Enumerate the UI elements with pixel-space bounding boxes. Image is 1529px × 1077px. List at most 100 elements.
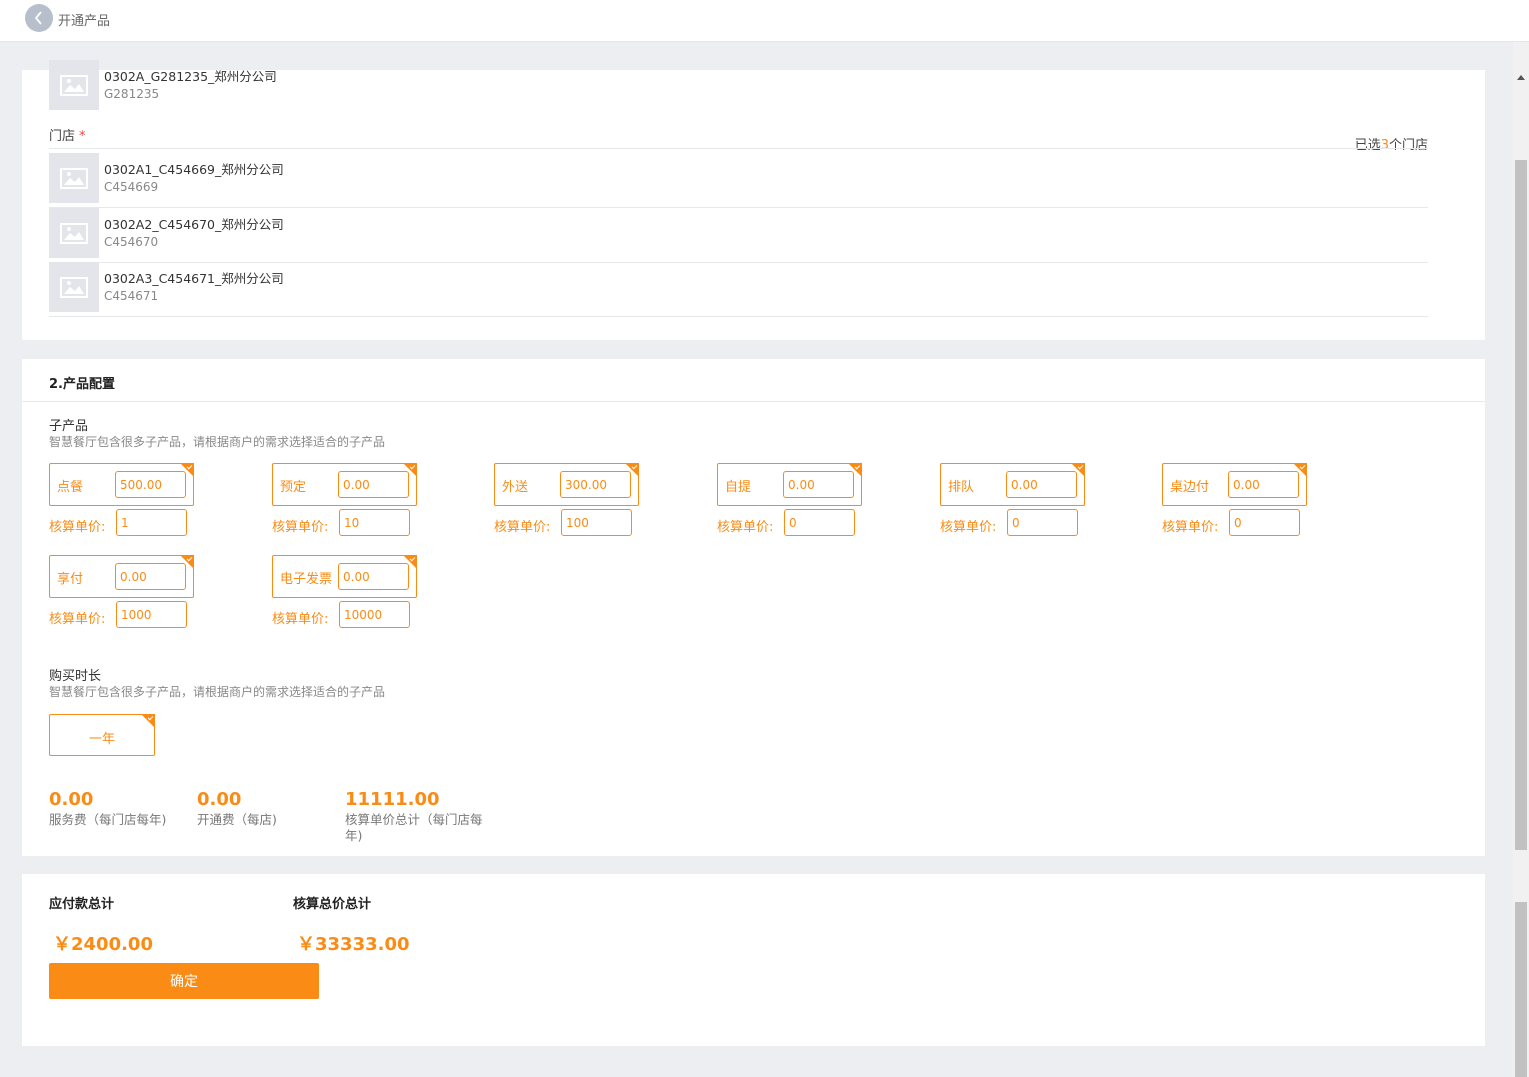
store-row[interactable]: 0302A3_C454671_郑州分公司 C454671 xyxy=(49,262,1428,317)
confirm-button[interactable]: 确定 xyxy=(49,963,319,999)
sub-product-item: 享付 核算单价: xyxy=(49,555,194,635)
store-row[interactable]: 0302A1_C454669_郑州分公司 C454669 xyxy=(49,153,1428,208)
image-placeholder-icon xyxy=(60,168,88,189)
back-button[interactable] xyxy=(25,4,53,32)
sub-product-amount-input[interactable] xyxy=(115,471,186,498)
unit-price-total-value: 11111.00 xyxy=(345,789,440,810)
merchant-code: G281235 xyxy=(104,87,160,101)
accounting-total-value: ￥33333.00 xyxy=(297,934,410,955)
unit-price-input[interactable] xyxy=(784,509,855,536)
unit-price-label: 核算单价: xyxy=(272,612,329,627)
sub-product-amount-input[interactable] xyxy=(783,471,854,498)
stores-label: 门店 * xyxy=(49,125,86,144)
sub-product-amount-input[interactable] xyxy=(115,563,186,590)
activation-fee-value: 0.00 xyxy=(197,789,242,810)
unit-price-label: 核算单价: xyxy=(272,520,329,535)
sub-product-toggle[interactable]: 外送 xyxy=(494,463,639,506)
unit-price-input[interactable] xyxy=(339,509,410,536)
sub-product-name: 外送 xyxy=(502,480,529,495)
store-thumbnail xyxy=(49,153,99,203)
product-config-card: 2.产品配置 子产品 智慧餐厅包含很多子产品，请根据商户的需求选择适合的子产品 … xyxy=(22,359,1485,856)
sub-product-amount-input[interactable] xyxy=(338,471,409,498)
sub-product-amount-input[interactable] xyxy=(1228,471,1299,498)
sub-products-label: 子产品 xyxy=(49,419,89,434)
service-fee-value: 0.00 xyxy=(49,789,94,810)
required-mark: * xyxy=(79,129,86,144)
selected-prefix: 已选 xyxy=(1354,138,1381,153)
payable-total-value: ￥2400.00 xyxy=(53,934,153,955)
sub-product-item: 自提 核算单价: xyxy=(717,463,862,543)
scrollbar[interactable] xyxy=(1513,42,1529,1077)
selected-suffix: 个门店 xyxy=(1388,138,1428,153)
sub-product-amount-input[interactable] xyxy=(338,563,409,590)
sub-product-toggle[interactable]: 桌边付 xyxy=(1162,463,1307,506)
unit-price-label: 核算单价: xyxy=(49,612,106,627)
sub-product-item: 外送 核算单价: xyxy=(494,463,639,543)
duration-label: 购买时长 xyxy=(49,669,102,684)
scrollbar-thumb-lower[interactable] xyxy=(1515,902,1527,1077)
unit-price-label: 核算单价: xyxy=(1162,520,1219,535)
unit-price-input[interactable] xyxy=(1007,509,1078,536)
sub-product-name: 享付 xyxy=(57,572,84,587)
duration-option-label: 一年 xyxy=(88,732,115,747)
divider xyxy=(22,401,1485,402)
image-placeholder-icon xyxy=(60,223,88,244)
unit-price-label: 核算单价: xyxy=(49,520,106,535)
store-name: 0302A1_C454669_郑州分公司 xyxy=(104,162,284,177)
service-fee-label: 服务费（每门店每年) xyxy=(49,812,167,827)
sub-product-item: 预定 核算单价: xyxy=(272,463,417,543)
sub-product-toggle[interactable]: 点餐 xyxy=(49,463,194,506)
unit-price-input[interactable] xyxy=(1229,509,1300,536)
sub-product-name: 点餐 xyxy=(57,480,84,495)
sub-product-name: 电子发票 xyxy=(280,572,333,587)
divider xyxy=(49,148,1428,149)
duration-option-one-year[interactable]: 一年 xyxy=(49,714,155,756)
image-placeholder-icon xyxy=(60,277,88,298)
section-title: 2.产品配置 xyxy=(49,377,115,392)
merchant-thumbnail xyxy=(49,60,99,110)
store-row[interactable]: 0302A2_C454670_郑州分公司 C454670 xyxy=(49,208,1428,263)
page-title: 开通产品 xyxy=(58,14,111,29)
store-selection-card: 0302A_G281235_郑州分公司 G281235 门店 * 已选3个门店 0… xyxy=(22,60,1485,340)
store-code: C454671 xyxy=(104,289,159,303)
merchant-row: 0302A_G281235_郑州分公司 G281235 xyxy=(49,60,1428,115)
scroll-up-arrow-icon[interactable] xyxy=(1517,75,1525,80)
sub-products-hint: 智慧餐厅包含很多子产品，请根据商户的需求选择适合的子产品 xyxy=(49,435,386,449)
store-thumbnail xyxy=(49,208,99,258)
unit-price-label: 核算单价: xyxy=(494,520,551,535)
duration-hint: 智慧餐厅包含很多子产品，请根据商户的需求选择适合的子产品 xyxy=(49,685,386,699)
sub-product-name: 桌边付 xyxy=(1170,480,1210,495)
chevron-left-icon xyxy=(34,11,42,25)
unit-price-input[interactable] xyxy=(339,601,410,628)
stores-label-text: 门店 xyxy=(49,129,76,144)
sub-product-item: 桌边付 核算单价: xyxy=(1162,463,1307,543)
selected-store-count: 已选3个门店 xyxy=(1355,134,1428,153)
sub-product-toggle[interactable]: 电子发票 xyxy=(272,555,417,598)
scrollbar-thumb[interactable] xyxy=(1515,160,1527,850)
store-thumbnail xyxy=(49,262,99,312)
activation-fee-label: 开通费（每店) xyxy=(197,812,277,827)
unit-price-input[interactable] xyxy=(561,509,632,536)
sub-product-item: 电子发票 核算单价: xyxy=(272,555,417,635)
store-name: 0302A3_C454671_郑州分公司 xyxy=(104,271,284,286)
sub-product-toggle[interactable]: 排队 xyxy=(940,463,1085,506)
sub-product-toggle[interactable]: 自提 xyxy=(717,463,862,506)
image-placeholder-icon xyxy=(60,75,88,96)
top-bar: 开通产品 xyxy=(0,0,1529,42)
unit-price-input[interactable] xyxy=(116,509,187,536)
sub-product-amount-input[interactable] xyxy=(1006,471,1077,498)
payable-total-title: 应付款总计 xyxy=(49,897,115,912)
totals-card: 应付款总计 ￥2400.00 核算总价总计 ￥33333.00 确定 xyxy=(22,874,1485,1046)
sub-product-amount-input[interactable] xyxy=(560,471,631,498)
sub-product-item: 排队 核算单价: xyxy=(940,463,1085,543)
unit-price-label: 核算单价: xyxy=(940,520,997,535)
store-code: C454670 xyxy=(104,235,159,249)
sub-product-item: 点餐 核算单价: xyxy=(49,463,194,543)
store-name: 0302A2_C454670_郑州分公司 xyxy=(104,217,284,232)
unit-price-input[interactable] xyxy=(116,601,187,628)
sub-product-toggle[interactable]: 享付 xyxy=(49,555,194,598)
sub-product-toggle[interactable]: 预定 xyxy=(272,463,417,506)
unit-price-label: 核算单价: xyxy=(717,520,774,535)
divider xyxy=(49,316,1428,317)
unit-price-total-label: 核算单价总计（每门店每年) xyxy=(345,812,483,843)
